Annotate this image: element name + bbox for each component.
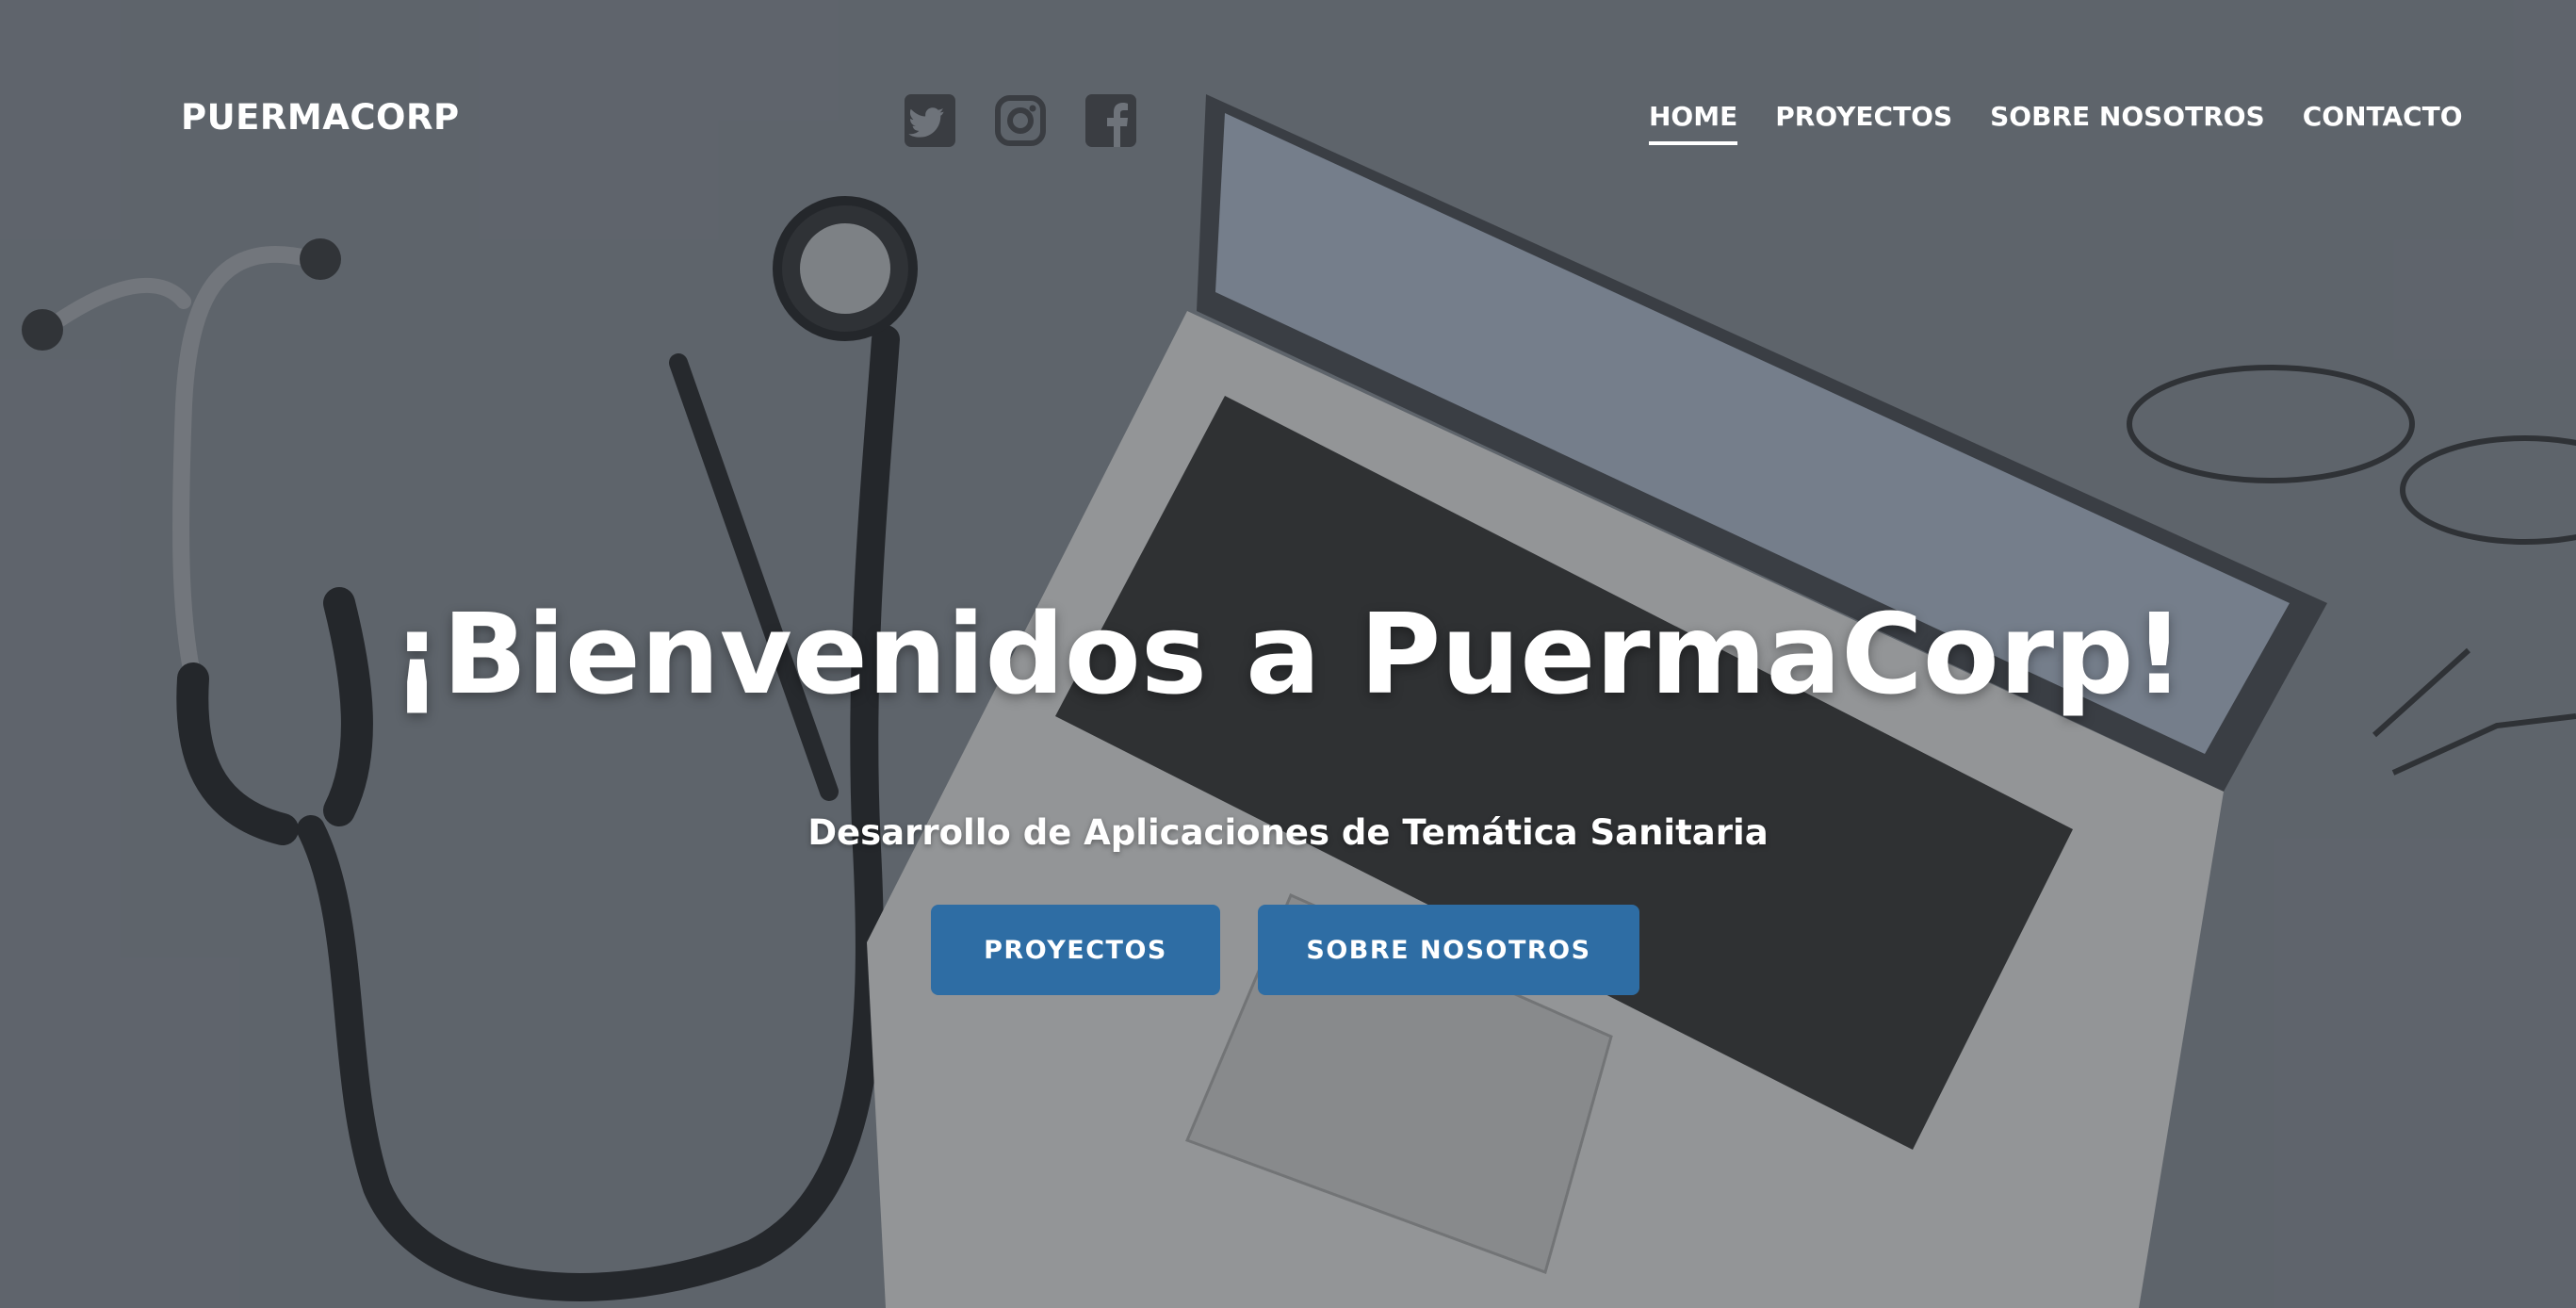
instagram-icon[interactable] bbox=[995, 94, 1046, 147]
brand-logo[interactable]: PUERMACORP bbox=[181, 97, 460, 138]
nav-contacto[interactable]: CONTACTO bbox=[2303, 101, 2463, 145]
sobre-nosotros-button[interactable]: SOBRE NOSOTROS bbox=[1258, 905, 1639, 995]
nav-home[interactable]: HOME bbox=[1649, 101, 1738, 145]
proyectos-button[interactable]: PROYECTOS bbox=[931, 905, 1220, 995]
facebook-icon[interactable] bbox=[1085, 94, 1136, 147]
nav-proyectos[interactable]: PROYECTOS bbox=[1775, 101, 1952, 145]
nav-sobre-nosotros[interactable]: SOBRE NOSOTROS bbox=[1990, 101, 2265, 145]
hero-title: ¡Bienvenidos a PuermaCorp! bbox=[391, 589, 2185, 719]
hero-subtitle: Desarrollo de Aplicaciones de Temática S… bbox=[807, 812, 1769, 853]
social-links bbox=[905, 94, 1136, 147]
main-nav: HOME PROYECTOS SOBRE NOSOTROS CONTACTO bbox=[1649, 101, 2463, 145]
twitter-icon[interactable] bbox=[905, 94, 955, 147]
